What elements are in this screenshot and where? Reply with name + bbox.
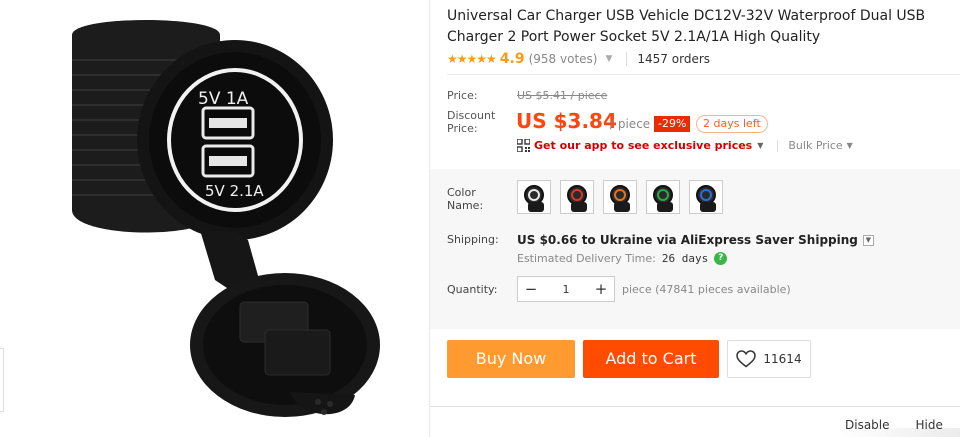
color-swatch-blue[interactable] xyxy=(689,180,723,214)
product-title: Universal Car Charger USB Vehicle DC12V-… xyxy=(447,8,926,45)
bulk-price-link[interactable]: Bulk Price xyxy=(788,139,842,152)
wishlist-button[interactable]: 11614 xyxy=(727,340,811,378)
discount-price-label: Discount Price: xyxy=(447,109,496,135)
chevron-down-icon[interactable]: ▼ xyxy=(862,234,874,246)
quantity-stepper: − 1 + xyxy=(517,276,615,302)
color-swatch-red[interactable] xyxy=(560,180,594,214)
top-port-label: 5V 1A xyxy=(198,89,249,109)
bottom-port-label: 5V 2.1A xyxy=(205,182,264,200)
chevron-down-icon[interactable]: ▼ xyxy=(757,141,763,150)
divider xyxy=(430,406,960,407)
color-name-label: Color Name: xyxy=(447,186,484,212)
product-options: Color Name: Shipping: US $0.66 to Ukrain… xyxy=(430,169,960,329)
color-swatch-white[interactable] xyxy=(517,180,551,214)
product-image-panel: 5V 1A 5V 2.1A xyxy=(0,0,430,437)
color-swatch-green[interactable] xyxy=(646,180,680,214)
heart-icon xyxy=(736,350,757,368)
star-rating-icon: ★★★★★ xyxy=(447,52,497,66)
product-info-panel: Universal Car Charger USB Vehicle DC12V-… xyxy=(430,0,960,437)
delivery-label: Estimated Delivery Time: xyxy=(517,252,656,265)
original-price: US $5.41 / piece xyxy=(517,89,608,102)
price-section: Price: US $5.41 / piece Discount Price: … xyxy=(430,75,960,169)
divider xyxy=(777,139,779,152)
discount-badge: -29% xyxy=(654,116,691,132)
delivery-days: 26 days xyxy=(661,252,709,265)
app-promo-row: Get our app to see exclusive prices ▼ Bu… xyxy=(517,139,853,152)
divider xyxy=(626,52,628,66)
add-to-cart-button[interactable]: Add to Cart xyxy=(583,340,719,378)
help-icon[interactable]: ? xyxy=(714,252,728,265)
time-left-badge: 2 days left xyxy=(696,115,768,133)
quantity-available: piece (47841 pieces available) xyxy=(622,283,791,296)
quantity-input[interactable]: 1 xyxy=(544,283,588,296)
shipping-text: US $0.66 to Ukraine via AliExpress Saver… xyxy=(517,233,858,247)
shipping-label: Shipping: xyxy=(447,233,499,246)
disable-button[interactable]: Disable xyxy=(845,418,890,432)
quantity-increase-button[interactable]: + xyxy=(588,277,614,301)
orders-count: 1457 orders xyxy=(637,52,711,66)
votes-link[interactable]: (958 votes) xyxy=(529,52,598,66)
chevron-down-icon[interactable]: ▼ xyxy=(847,141,853,150)
bottom-toolbar: Disable Hide xyxy=(845,418,960,432)
quantity-decrease-button[interactable]: − xyxy=(518,277,544,301)
app-promo-link[interactable]: Get our app to see exclusive prices xyxy=(534,139,752,152)
shipping-option[interactable]: US $0.66 to Ukraine via AliExpress Saver… xyxy=(517,233,874,247)
wishlist-count: 11614 xyxy=(763,352,802,366)
current-price: US $3.84 xyxy=(516,109,617,133)
product-photo: 5V 1A 5V 2.1A xyxy=(72,20,380,417)
buy-now-button[interactable]: Buy Now xyxy=(447,340,575,378)
qr-code-icon xyxy=(517,139,530,152)
color-swatch-orange[interactable] xyxy=(603,180,637,214)
chevron-down-icon[interactable]: ▼ xyxy=(605,54,612,64)
quantity-label: Quantity: xyxy=(447,283,498,296)
hide-button[interactable]: Hide xyxy=(916,418,943,432)
delivery-row: Estimated Delivery Time: 26 days ? xyxy=(517,252,728,265)
price-unit: / piece xyxy=(610,117,651,131)
rating-row: ★★★★★ 4.9 (958 votes) ▼ 1457 orders xyxy=(447,50,710,68)
rating-score: 4.9 xyxy=(499,51,525,67)
price-label: Price: xyxy=(447,89,478,102)
color-swatches xyxy=(517,180,732,214)
